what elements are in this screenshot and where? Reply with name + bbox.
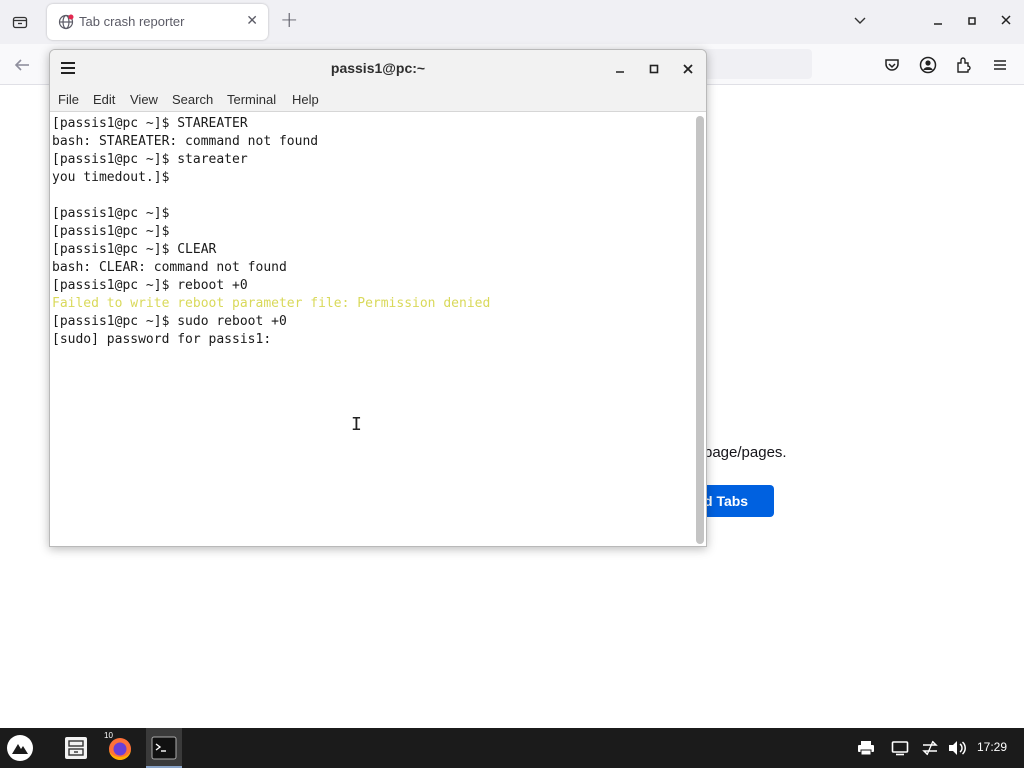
display-icon[interactable] (890, 738, 910, 758)
terminal-scrollbar[interactable] (696, 116, 704, 544)
system-menu-icon[interactable] (4, 732, 36, 764)
terminal-line: bash: CLEAR: command not found (52, 260, 287, 275)
terminal-window: passis1@pc:~ File Edit View Search Termi… (49, 49, 707, 547)
close-icon[interactable]: ✕ (246, 13, 258, 29)
terminal-line: you timedout.]$ (52, 170, 170, 185)
file-manager-icon[interactable] (60, 732, 92, 764)
terminal-error-line: Failed to write reboot parameter file: P… (52, 296, 491, 311)
terminal-line: [passis1@pc ~]$ stareater (52, 152, 248, 167)
terminal-output[interactable]: [passis1@pc ~]$ STAREATER bash: STAREATE… (50, 113, 693, 546)
url-bar[interactable] (700, 49, 812, 79)
terminal-line: [passis1@pc ~]$ (52, 206, 170, 221)
minimize-icon[interactable] (610, 59, 630, 79)
terminal-line: [passis1@pc ~]$ CLEAR (52, 242, 217, 257)
minimize-icon[interactable] (932, 12, 944, 32)
terminal-taskbar-item[interactable] (146, 728, 182, 768)
terminal-line: bash: STAREATER: command not found (52, 134, 319, 149)
menu-edit[interactable]: Edit (93, 92, 115, 107)
terminal-menubar: File Edit View Search Terminal Help (50, 88, 706, 112)
tab-title: Tab crash reporter (79, 14, 185, 29)
back-arrow-icon[interactable] (12, 55, 32, 79)
tab-bar: Tab crash reporter ✕ + (0, 0, 1024, 44)
maximize-icon[interactable] (644, 59, 664, 79)
menu-search[interactable]: Search (172, 92, 213, 107)
terminal-line: [passis1@pc ~]$ reboot +0 (52, 278, 248, 293)
page-text: page/pages. (704, 444, 787, 461)
maximize-icon[interactable] (966, 12, 978, 32)
menu-terminal[interactable]: Terminal (227, 92, 276, 107)
menu-icon[interactable] (990, 55, 1010, 75)
clock[interactable]: 17:29 (977, 740, 1007, 754)
network-icon[interactable] (920, 738, 940, 758)
printer-icon[interactable] (856, 738, 876, 758)
terminal-line: [passis1@pc ~]$ STAREATER (52, 116, 248, 131)
account-icon[interactable] (918, 55, 938, 75)
pocket-icon[interactable] (882, 55, 902, 75)
volume-icon[interactable] (947, 738, 967, 758)
terminal-title: passis1@pc:~ (330, 60, 426, 76)
tab-list-icon[interactable] (8, 11, 32, 33)
plus-icon[interactable]: + (280, 9, 298, 33)
menu-help[interactable]: Help (292, 92, 319, 107)
close-icon[interactable] (1000, 12, 1012, 32)
terminal-icon (151, 736, 177, 764)
terminal-line: [passis1@pc ~]$ (52, 224, 170, 239)
browser-tab[interactable]: Tab crash reporter ✕ (47, 4, 268, 40)
terminal-line: [passis1@pc ~]$ sudo reboot +0 (52, 314, 287, 329)
globe-icon (58, 14, 74, 30)
terminal-titlebar[interactable]: passis1@pc:~ (50, 50, 706, 88)
firefox-badge: 10 (104, 731, 113, 740)
extensions-icon[interactable] (954, 55, 974, 75)
terminal-prompt-line: [sudo] password for passis1: (52, 332, 272, 347)
menu-file[interactable]: File (58, 92, 79, 107)
menu-view[interactable]: View (130, 92, 158, 107)
chevron-down-icon[interactable] (852, 12, 868, 32)
taskbar: 10 17:29 (0, 728, 1024, 768)
close-icon[interactable] (678, 59, 698, 79)
text-cursor-icon: I (351, 414, 362, 435)
